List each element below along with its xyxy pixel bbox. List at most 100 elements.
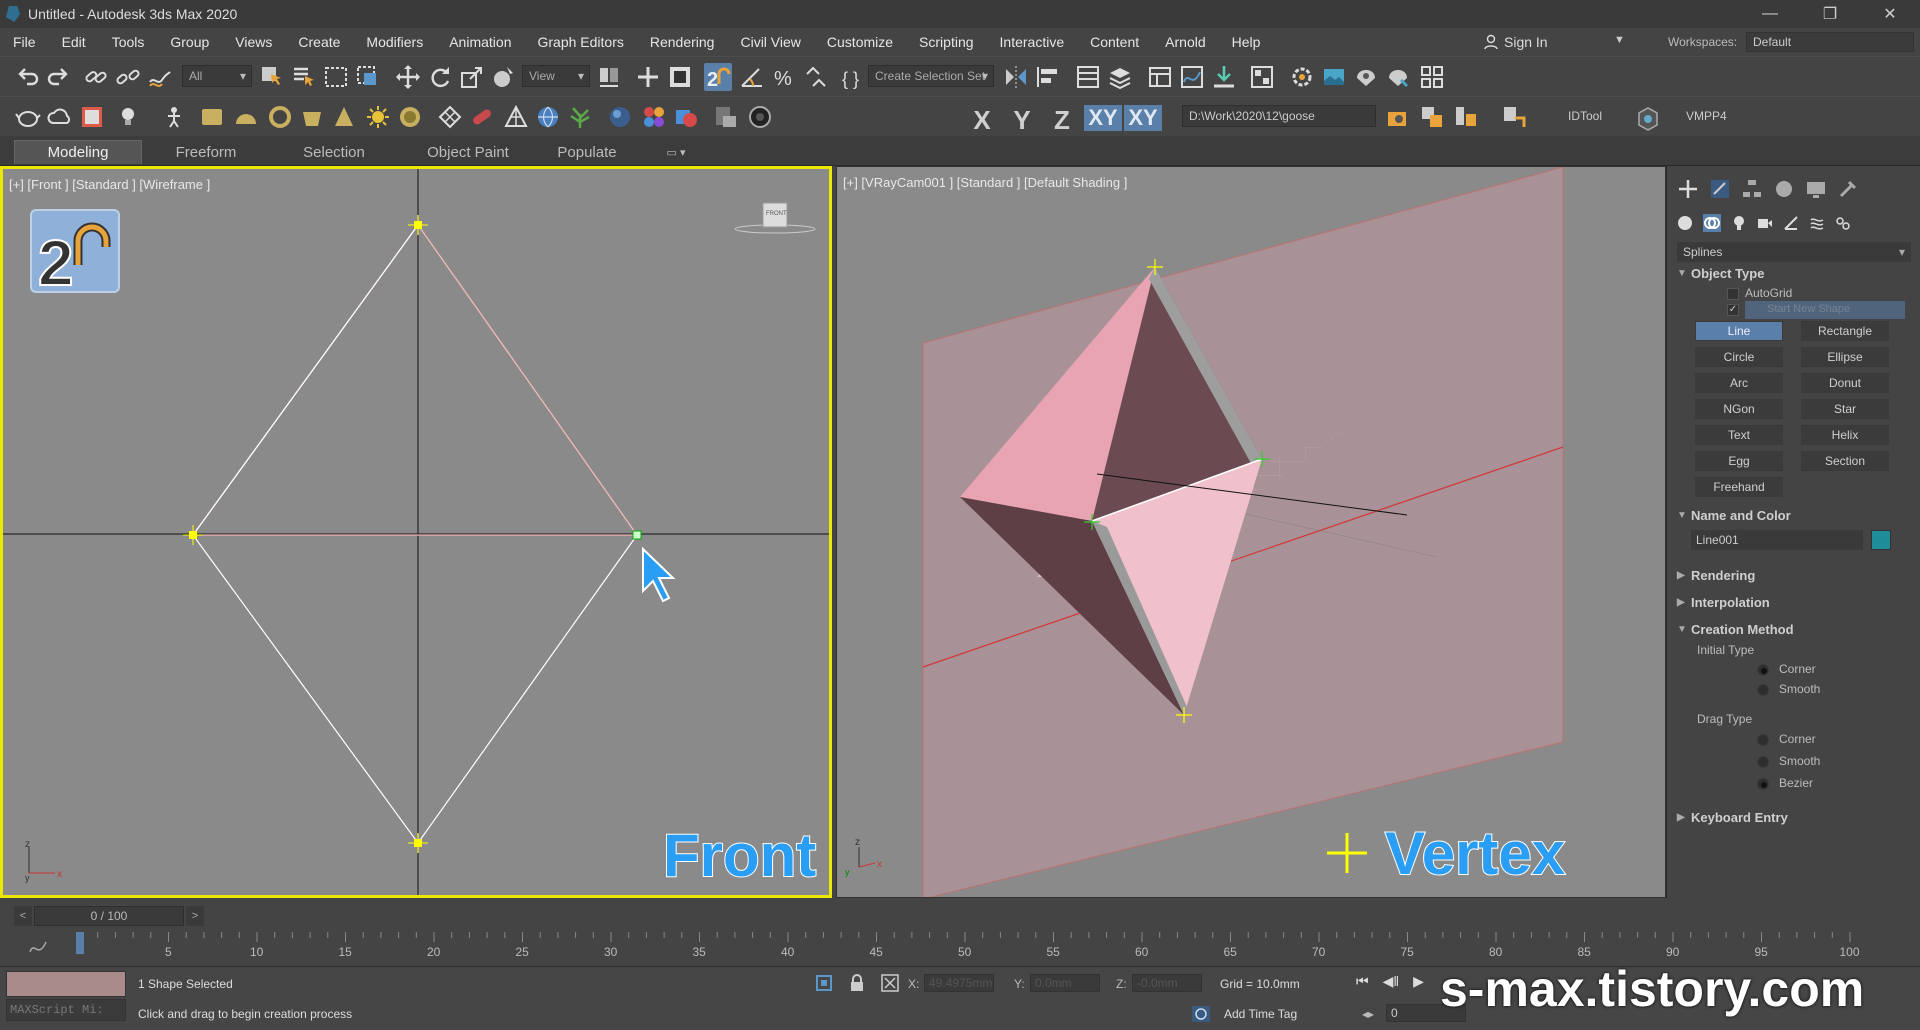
menu-group[interactable]: Group <box>157 34 222 50</box>
toggle-scene-explorer-icon[interactable] <box>1074 63 1102 91</box>
project-structure-icon[interactable] <box>1418 103 1446 131</box>
shapes-category-icon[interactable] <box>1703 214 1721 232</box>
color-balls-icon[interactable] <box>640 103 668 131</box>
angle-snap-icon[interactable] <box>738 63 766 91</box>
snaps-toggle-icon[interactable]: 2 <box>704 63 732 91</box>
object-color-swatch[interactable] <box>1871 530 1891 550</box>
menu-views[interactable]: Views <box>222 34 285 50</box>
maximize-button[interactable]: ❐ <box>1800 0 1860 28</box>
link-icon[interactable] <box>82 63 110 91</box>
timeline-current-frame-marker[interactable] <box>76 932 84 954</box>
time-slider-next-button[interactable]: > <box>186 906 204 926</box>
curve-editor-icon[interactable] <box>1178 63 1206 91</box>
align-icon[interactable] <box>1034 63 1062 91</box>
menu-edit[interactable]: Edit <box>49 34 99 50</box>
play-icon[interactable]: ▶ <box>1413 973 1424 990</box>
menu-animation[interactable]: Animation <box>436 34 524 50</box>
mini-curve-editor-icon[interactable] <box>28 938 48 954</box>
create-tab-icon[interactable] <box>1677 178 1699 200</box>
material-editor-icon[interactable] <box>1248 63 1276 91</box>
hierarchy-tab-icon[interactable] <box>1741 178 1763 200</box>
rollout-interpolation[interactable]: ▶ Interpolation <box>1677 591 1911 613</box>
keyboard-shortcut-toggle-icon[interactable] <box>666 63 694 91</box>
sphere-icon[interactable] <box>606 103 634 131</box>
menu-help[interactable]: Help <box>1219 34 1274 50</box>
render-material-icon[interactable] <box>672 103 700 131</box>
rollout-keyboard-entry[interactable]: ▶ Keyboard Entry <box>1677 806 1911 828</box>
lock-icon[interactable] <box>848 973 866 993</box>
box-primitive-icon[interactable] <box>198 103 226 131</box>
render-setup-icon[interactable] <box>1288 63 1316 91</box>
biped-icon[interactable] <box>160 103 188 131</box>
menu-arnold[interactable]: Arnold <box>1152 34 1218 50</box>
rollout-rendering[interactable]: ▶ Rendering <box>1677 564 1911 586</box>
close-button[interactable]: ✕ <box>1860 0 1920 28</box>
autogrid-checkbox[interactable] <box>1727 288 1739 300</box>
mirror-icon[interactable] <box>1002 63 1030 91</box>
sky-icon[interactable] <box>396 103 424 131</box>
vmpp-label[interactable]: VMPP4 <box>1686 109 1727 123</box>
select-object-icon[interactable] <box>258 63 286 91</box>
pivot-center-icon[interactable] <box>596 63 624 91</box>
schematic-view-icon[interactable] <box>1210 63 1238 91</box>
grid-object-icon[interactable] <box>436 103 464 131</box>
torus-icon[interactable] <box>266 103 294 131</box>
hemisphere-icon[interactable] <box>232 103 260 131</box>
tab-object-paint[interactable]: Object Paint <box>398 140 538 164</box>
idtool-label[interactable]: IDTool <box>1568 109 1602 123</box>
section-button[interactable]: Section <box>1801 451 1889 471</box>
ngon-button[interactable]: NGon <box>1695 399 1783 419</box>
sign-in-button[interactable]: Sign In <box>1484 28 1548 56</box>
sun-light-icon[interactable] <box>364 103 392 131</box>
menu-tools[interactable]: Tools <box>99 34 158 50</box>
menu-create[interactable]: Create <box>285 34 353 50</box>
y-coord-field[interactable]: 0.0mm <box>1030 974 1100 992</box>
egg-button[interactable]: Egg <box>1695 451 1783 471</box>
project-settings-icon[interactable] <box>1500 103 1528 131</box>
tab-populate[interactable]: Populate <box>538 140 636 164</box>
systems-category-icon[interactable] <box>1835 215 1851 231</box>
viewcube-label[interactable]: FRONT <box>766 211 787 217</box>
drag-smooth-radio[interactable] <box>1757 756 1769 768</box>
circle-button[interactable]: Circle <box>1695 347 1783 367</box>
tab-selection[interactable]: Selection <box>270 140 398 164</box>
star-button[interactable]: Star <box>1801 399 1889 419</box>
time-slider[interactable]: 0 / 100 <box>34 906 184 926</box>
axis-constraint-y[interactable]: Y <box>1006 105 1038 136</box>
drag-corner-radio[interactable] <box>1757 734 1769 746</box>
space-warps-category-icon[interactable] <box>1809 215 1825 231</box>
add-time-tag-label[interactable]: Add Time Tag <box>1224 1007 1297 1021</box>
scale-icon[interactable] <box>458 63 486 91</box>
light-lister-icon[interactable] <box>116 103 144 131</box>
ribbon-options-icon[interactable]: ▭ ▾ <box>656 140 696 164</box>
window-crossing-icon[interactable] <box>354 63 382 91</box>
minimize-button[interactable]: — <box>1740 0 1800 28</box>
display-tab-icon[interactable] <box>1805 178 1827 200</box>
rectangular-selection-icon[interactable] <box>322 63 350 91</box>
rollout-creation-method[interactable]: ▼ Creation Method <box>1677 618 1911 640</box>
menu-interactive[interactable]: Interactive <box>987 34 1078 50</box>
bind-space-warp-icon[interactable] <box>146 63 174 91</box>
menu-graph-editors[interactable]: Graph Editors <box>524 34 636 50</box>
time-tag-icon[interactable] <box>1190 1003 1212 1025</box>
place-icon[interactable] <box>490 63 518 91</box>
previous-frame-icon[interactable]: ◀︎‖ <box>1383 973 1400 990</box>
menu-content[interactable]: Content <box>1077 34 1152 50</box>
undo-icon[interactable] <box>14 63 42 91</box>
reference-coordinate-dropdown[interactable]: View <box>522 65 590 87</box>
menu-rendering[interactable]: Rendering <box>637 34 728 50</box>
render-iterative-icon[interactable] <box>1384 63 1412 91</box>
arc-button[interactable]: Arc <box>1695 373 1783 393</box>
render-frame-icon[interactable] <box>712 103 740 131</box>
spinner-snap-icon[interactable] <box>802 63 830 91</box>
render-grid-icon[interactable] <box>1418 63 1446 91</box>
globe-icon[interactable] <box>534 103 562 131</box>
geosphere-icon[interactable] <box>502 103 530 131</box>
menu-customize[interactable]: Customize <box>814 34 906 50</box>
time-slider-prev-button[interactable]: < <box>14 906 32 926</box>
select-by-name-icon[interactable] <box>290 63 318 91</box>
helix-button[interactable]: Helix <box>1801 425 1889 445</box>
drag-bezier-radio[interactable] <box>1757 778 1769 790</box>
vmpp-icon[interactable] <box>1634 105 1662 133</box>
edit-named-selection-icon[interactable]: { } <box>838 63 866 91</box>
